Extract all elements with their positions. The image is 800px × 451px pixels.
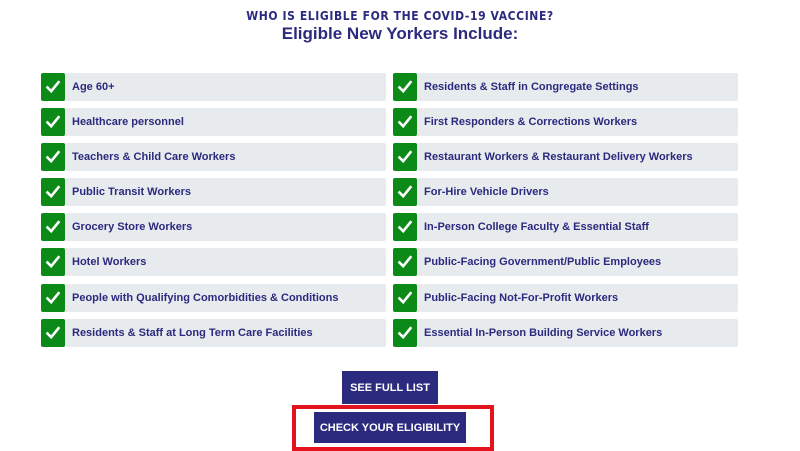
eligibility-item: Residents & Staff at Long Term Care Faci… bbox=[41, 318, 386, 347]
eligibility-item-label: Public Transit Workers bbox=[72, 186, 192, 199]
checkmark-icon bbox=[393, 213, 417, 242]
checkmark-icon bbox=[393, 178, 417, 207]
eligibility-item-label: Public-Facing Not-For-Profit Workers bbox=[424, 291, 619, 304]
eligibility-item: Healthcare personnel bbox=[41, 108, 386, 137]
checkmark-icon bbox=[41, 108, 65, 137]
checkmark-icon bbox=[393, 248, 417, 277]
check-eligibility-button[interactable]: CHECK YOUR ELIGIBILITY bbox=[314, 412, 466, 443]
eligibility-item: Hotel Workers bbox=[41, 248, 386, 277]
checkmark-icon bbox=[41, 143, 65, 172]
eligibility-eyebrow: WHO IS ELIGIBLE FOR THE COVID-19 VACCINE… bbox=[246, 9, 554, 23]
eligibility-item-label: For-Hire Vehicle Drivers bbox=[424, 186, 549, 199]
eligibility-item-label: People with Qualifying Comorbidities & C… bbox=[72, 291, 339, 304]
eligibility-item: Essential In-Person Building Service Wor… bbox=[393, 318, 738, 347]
eligibility-item-label: In-Person College Faculty & Essential St… bbox=[424, 221, 649, 234]
eligibility-item: People with Qualifying Comorbidities & C… bbox=[41, 283, 386, 312]
eligibility-item: Public Transit Workers bbox=[41, 178, 386, 207]
checkmark-icon bbox=[393, 73, 417, 101]
eligibility-item: Grocery Store Workers bbox=[41, 213, 386, 242]
eligibility-item-label: Essential In-Person Building Service Wor… bbox=[424, 326, 663, 339]
eligibility-item-label: Grocery Store Workers bbox=[72, 221, 193, 234]
eligibility-item: Public-Facing Government/Public Employee… bbox=[393, 248, 738, 277]
eligibility-item-label: First Responders & Corrections Workers bbox=[424, 116, 638, 129]
checkmark-icon bbox=[393, 108, 417, 137]
eligibility-item: For-Hire Vehicle Drivers bbox=[393, 178, 738, 207]
eligibility-item: Residents & Staff in Congregate Settings bbox=[393, 73, 738, 101]
checkmark-icon bbox=[41, 283, 65, 312]
eligibility-item-label: Hotel Workers bbox=[72, 256, 147, 269]
eligibility-item: Age 60+ bbox=[41, 73, 386, 101]
eligibility-item: In-Person College Faculty & Essential St… bbox=[393, 213, 738, 242]
checkmark-icon bbox=[41, 178, 65, 207]
eligibility-item-label: Teachers & Child Care Workers bbox=[72, 151, 236, 164]
eligibility-title: Eligible New Yorkers Include: bbox=[281, 24, 519, 43]
checkmark-icon bbox=[41, 73, 65, 101]
eligibility-item-label: Public-Facing Government/Public Employee… bbox=[424, 256, 662, 269]
eligibility-item: Public-Facing Not-For-Profit Workers bbox=[393, 283, 738, 312]
eligibility-item-label: Age 60+ bbox=[72, 81, 115, 93]
eligibility-item: First Responders & Corrections Workers bbox=[393, 108, 738, 137]
checkmark-icon bbox=[41, 248, 65, 277]
checkmark-icon bbox=[393, 283, 417, 312]
checkmark-icon bbox=[393, 143, 417, 172]
eligibility-item-label: Residents & Staff in Congregate Settings bbox=[424, 81, 639, 93]
eligibility-item-label: Residents & Staff at Long Term Care Faci… bbox=[72, 326, 313, 339]
eligibility-list-left: Age 60+ Healthcare personnel Teachers & … bbox=[41, 73, 386, 354]
checkmark-icon bbox=[41, 318, 65, 347]
eligibility-item-label: Healthcare personnel bbox=[72, 116, 184, 129]
checkmark-icon bbox=[393, 318, 417, 347]
eligibility-list-right: Residents & Staff in Congregate Settings… bbox=[393, 73, 738, 354]
eligibility-item: Teachers & Child Care Workers bbox=[41, 143, 386, 172]
see-full-list-button[interactable]: SEE FULL LIST bbox=[342, 371, 438, 404]
eligibility-item: Restaurant Workers & Restaurant Delivery… bbox=[393, 143, 738, 172]
eligibility-item-label: Restaurant Workers & Restaurant Delivery… bbox=[424, 151, 693, 164]
checkmark-icon bbox=[41, 213, 65, 242]
